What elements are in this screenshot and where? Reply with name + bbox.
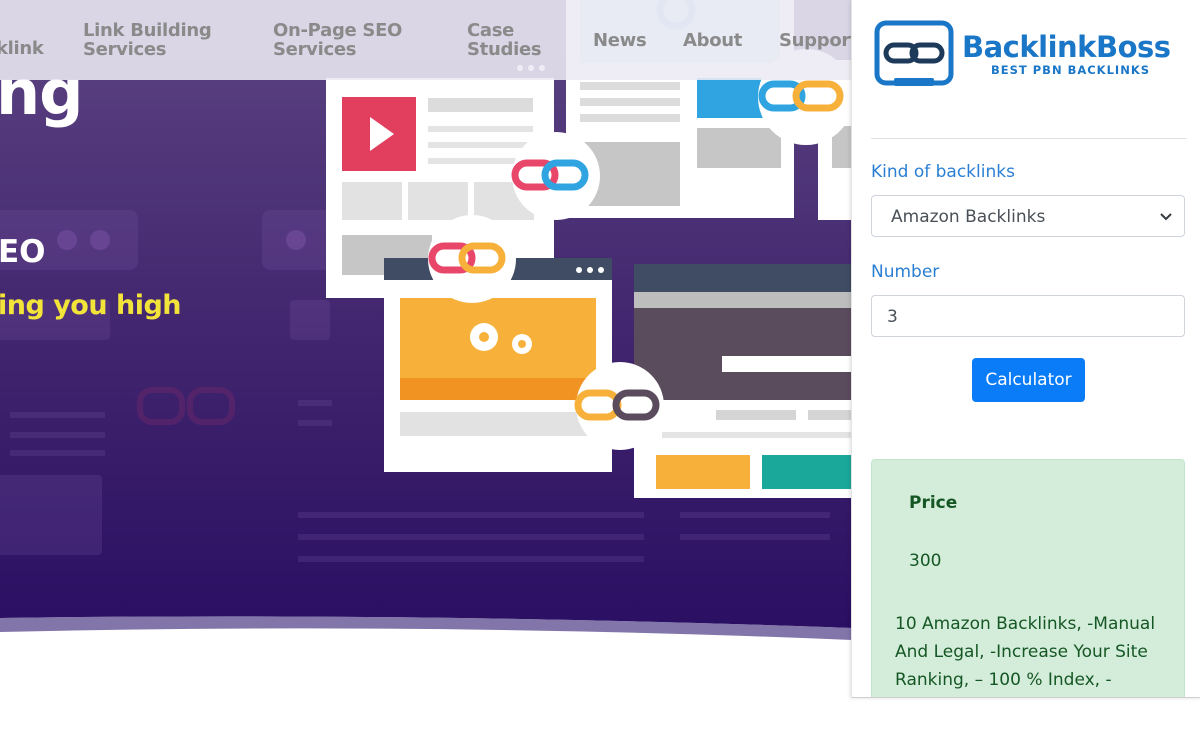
kind-of-backlinks-select[interactable]: Amazon Backlinks	[871, 195, 1185, 237]
hero-illustration	[0, 0, 852, 640]
nav-item-case-studies[interactable]: Case Studies	[467, 21, 542, 59]
chain-link-icon	[574, 362, 664, 450]
top-nav: klink Link Building Services On-Page SEO…	[0, 0, 859, 80]
hero-subheading: EO	[0, 234, 46, 270]
kind-of-backlinks-value: Amazon Backlinks	[891, 207, 1046, 227]
price-title: Price	[909, 493, 958, 513]
number-label: Number	[871, 262, 940, 282]
price-value: 300	[909, 551, 942, 571]
number-input[interactable]: 3	[871, 295, 1185, 337]
nav-item-news[interactable]: News	[593, 31, 647, 50]
logo: BacklinkBoss BEST PBN BACKLINKS	[874, 20, 1184, 92]
nav-item-on-page-seo-services[interactable]: On-Page SEO Services	[273, 21, 402, 59]
logo-name: BacklinkBoss	[962, 30, 1171, 64]
number-input-value: 3	[887, 307, 898, 327]
backlink-calculator-panel: BacklinkBoss BEST PBN BACKLINKS Kind of …	[851, 0, 1200, 698]
chain-link-icon	[428, 215, 516, 303]
calculator-button[interactable]: Calculator	[972, 358, 1085, 402]
divider	[871, 138, 1187, 139]
nav-item-about[interactable]: About	[683, 31, 742, 50]
price-result-box: Price 300 10 Amazon Backlinks, -Manual A…	[871, 459, 1185, 697]
nav-item-support[interactable]: Support	[779, 31, 859, 50]
logo-tagline: BEST PBN BACKLINKS	[991, 63, 1151, 77]
price-description: 10 Amazon Backlinks, -Manual And Legal, …	[895, 614, 1156, 690]
nav-item-link-building-services[interactable]: Link Building Services	[83, 21, 212, 59]
nav-item-backlink[interactable]: klink	[0, 39, 44, 58]
chain-link-icon	[874, 20, 954, 86]
hero-section: ng EO ing you high	[0, 0, 852, 648]
kind-of-backlinks-label: Kind of backlinks	[871, 162, 1015, 182]
chain-link-icon	[511, 132, 600, 220]
chevron-down-icon	[1160, 213, 1172, 221]
hero-tagline: ing you high	[0, 290, 182, 321]
